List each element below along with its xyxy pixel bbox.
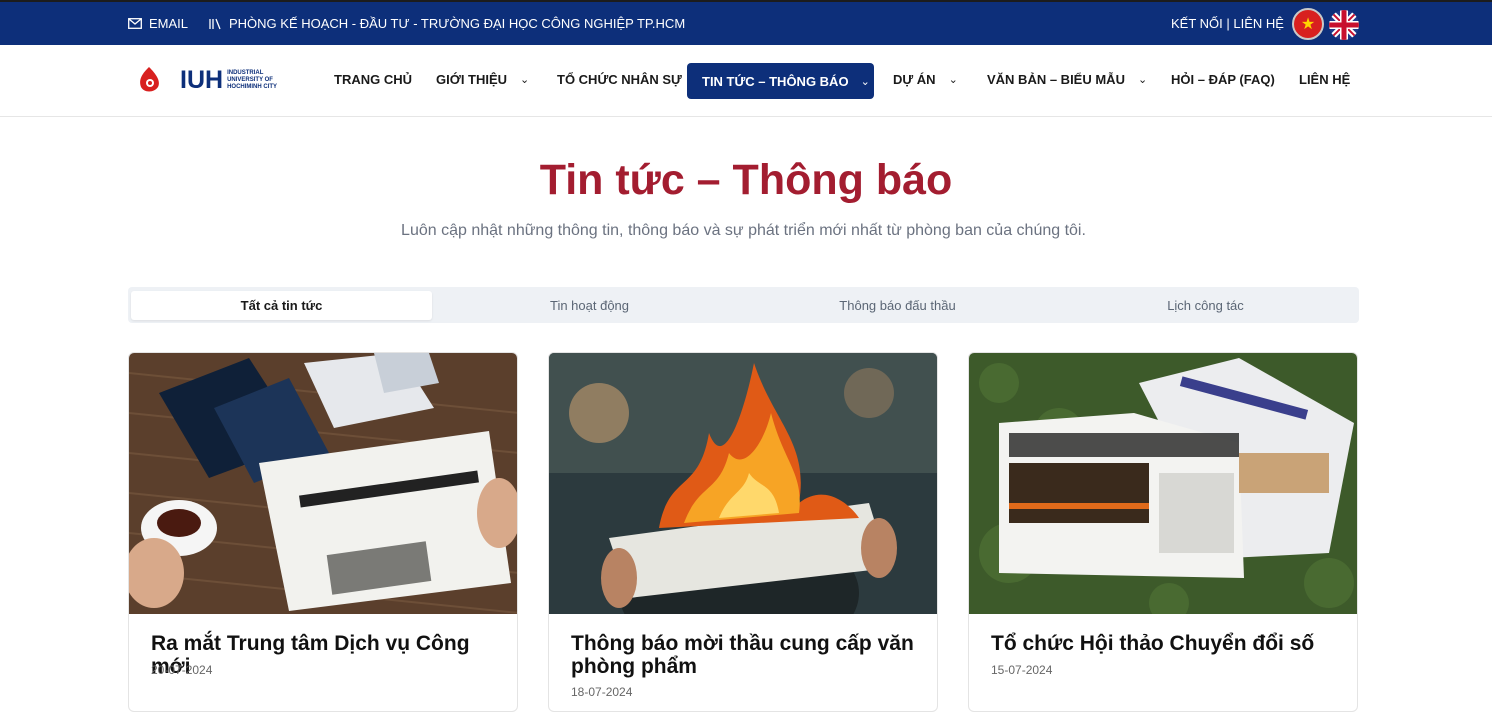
connect-contact-link[interactable]: KẾT NỐI | LIÊN HỆ	[1171, 16, 1284, 31]
news-card-date: 15-07-2024	[991, 663, 1053, 677]
news-image-burning-newspaper	[549, 353, 937, 614]
library-icon	[209, 18, 221, 29]
uk-flag-icon[interactable]	[1329, 10, 1359, 40]
main-navbar: IUH INDUSTRIAL UNIVERSITY OF HOCHIMINH C…	[0, 45, 1492, 117]
logo-line-2: UNIVERSITY OF	[227, 76, 273, 83]
news-card-title[interactable]: Tổ chức Hội thảo Chuyển đổi số	[991, 632, 1341, 655]
nav-about[interactable]: GIỚI THIỆU ⌄	[436, 72, 529, 87]
email-link[interactable]: EMAIL	[128, 16, 188, 31]
nav-news-label: TIN TỨC – THÔNG BÁO	[702, 73, 849, 89]
tab-work-schedule[interactable]: Lịch công tác	[1052, 291, 1359, 320]
news-image-newspaper-table	[129, 353, 517, 614]
news-image-newspapers-grass	[969, 353, 1357, 614]
chevron-down-icon: ⌄	[860, 75, 870, 88]
logo-line-3: HOCHIMINH CITY	[227, 83, 278, 90]
nav-documents-label: VĂN BẢN – BIỂU MẪU	[987, 72, 1125, 87]
nav-news[interactable]: TIN TỨC – THÔNG BÁO ⌄	[687, 63, 874, 99]
nav-faq-label: HỎI – ĐÁP (FAQ)	[1171, 72, 1275, 87]
top-bar: EMAIL PHÒNG KẾ HOẠCH - ĐẦU TƯ - TRƯỜNG Đ…	[0, 0, 1492, 45]
email-label: EMAIL	[149, 16, 189, 31]
nav-projects[interactable]: DỰ ÁN ⌄	[893, 72, 958, 87]
department-name: PHÒNG KẾ HOẠCH - ĐẦU TƯ - TRƯỜNG ĐẠI HỌC…	[229, 16, 686, 31]
envelope-icon	[128, 18, 142, 29]
page-subtitle: Luôn cập nhật những thông tin, thông báo…	[401, 222, 1086, 239]
page-title: Tin tức – Thông báo	[539, 156, 953, 204]
news-card[interactable]: Tổ chức Hội thảo Chuyển đổi số 15-07-202…	[968, 352, 1358, 712]
news-card[interactable]: Thông báo mời thầu cung cấp văn phòng ph…	[548, 352, 938, 712]
tab-all-news[interactable]: Tất cả tin tức	[131, 291, 432, 320]
logo-line-1: INDUSTRIAL	[227, 69, 264, 76]
news-card[interactable]: Ra mắt Trung tâm Dịch vụ Công mới 20-07-…	[128, 352, 518, 712]
iuh-logo[interactable]: IUH INDUSTRIAL UNIVERSITY OF HOCHIMINH C…	[136, 65, 297, 95]
nav-home[interactable]: TRANG CHỦ	[334, 72, 412, 87]
nav-about-label: GIỚI THIỆU	[436, 72, 508, 87]
department-info: PHÒNG KẾ HOẠCH - ĐẦU TƯ - TRƯỜNG ĐẠI HỌC…	[209, 16, 685, 31]
chevron-down-icon: ⌄	[1137, 74, 1148, 86]
nav-projects-label: DỰ ÁN	[893, 72, 936, 87]
nav-staff-label: TỔ CHỨC NHÂN SỰ	[557, 72, 682, 87]
chevron-down-icon: ⌄	[520, 74, 530, 86]
nav-contact[interactable]: LIÊN HỆ	[1299, 72, 1350, 87]
news-card-title[interactable]: Thông báo mời thầu cung cấp văn phòng ph…	[571, 632, 921, 678]
news-card-date: 20-07-2024	[151, 663, 213, 677]
tab-bidding-notices[interactable]: Thông báo đấu thầu	[744, 291, 1051, 320]
vietnam-flag-icon[interactable]: ★	[1292, 8, 1324, 40]
nav-faq[interactable]: HỎI – ĐÁP (FAQ)	[1171, 72, 1275, 87]
tab-activity-news[interactable]: Tin hoạt động	[436, 291, 743, 320]
nav-documents[interactable]: VĂN BẢN – BIỂU MẪU ⌄	[987, 72, 1147, 87]
news-filter-tabs: Tất cả tin tức Tin hoạt động Thông báo đ…	[128, 287, 1359, 323]
iuh-logo-mark-icon	[140, 67, 159, 92]
logo-fullname: INDUSTRIAL UNIVERSITY OF HOCHIMINH CITY	[227, 70, 297, 91]
chevron-down-icon: ⌄	[948, 74, 958, 86]
nav-staff[interactable]: TỔ CHỨC NHÂN SỰ	[557, 72, 682, 87]
nav-contact-label: LIÊN HỆ	[1299, 72, 1351, 87]
logo-abbr: IUH	[180, 65, 224, 94]
nav-home-label: TRANG CHỦ	[334, 72, 412, 87]
